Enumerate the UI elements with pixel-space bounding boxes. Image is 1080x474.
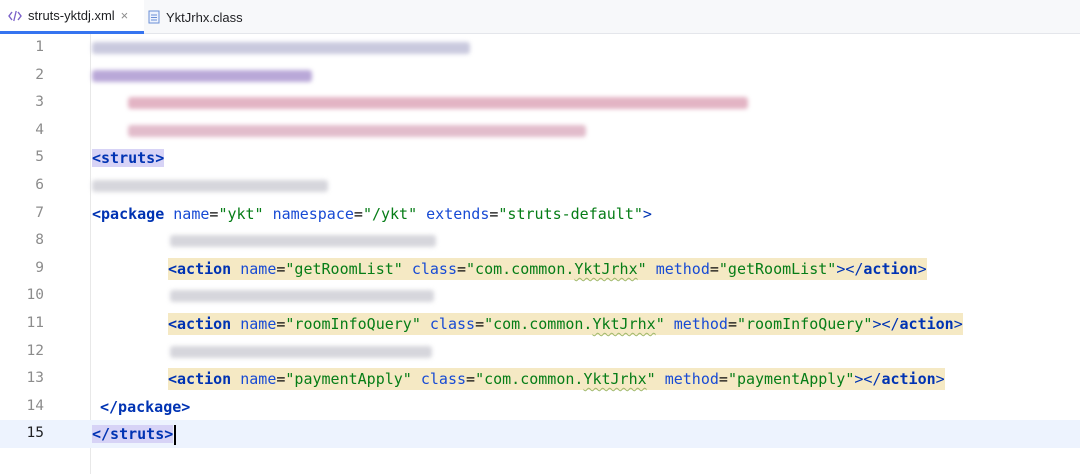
line-number: 14 — [26, 397, 44, 414]
code-line: 7 <package name="ykt" namespace="/ykt" e… — [0, 200, 1080, 228]
action-element-highlight: <action name="roomInfoQuery" class="com.… — [168, 313, 963, 335]
code-line: 12 — [0, 338, 1080, 366]
code-line: 14 </package> — [0, 393, 1080, 421]
tab-yktjrhx-class[interactable]: YktJrhx.class — [146, 0, 266, 34]
line-number: 6 — [35, 177, 44, 193]
xml-code-icon — [8, 10, 22, 22]
code-line: 3 — [0, 89, 1080, 117]
action-element-highlight: <action name="getRoomList" class="com.co… — [168, 257, 927, 280]
code-text: <action name="getRoomList" class="com.co… — [168, 257, 927, 280]
code-text: <action name="roomInfoQuery" class="com.… — [168, 313, 963, 335]
redacted-text — [170, 290, 434, 303]
action-element-highlight: <action name="paymentApply" class="com.c… — [168, 368, 945, 391]
line-number: 11 — [26, 315, 44, 331]
struts-close-tag: </struts> — [92, 425, 174, 444]
line-number: 7 — [35, 204, 44, 221]
code-line: 8 — [0, 227, 1080, 255]
code-text: <action name="paymentApply" class="com.c… — [168, 368, 945, 391]
redacted-text — [92, 180, 328, 192]
line-number: 2 — [35, 66, 44, 83]
code-line: 4 — [0, 117, 1080, 145]
tab-label: struts-yktdj.xml — [28, 8, 115, 23]
code-line: 5 <struts> — [0, 144, 1080, 172]
line-number: 10 — [26, 287, 44, 304]
code-line: 1 — [0, 34, 1080, 62]
text-caret — [174, 424, 177, 445]
editor-tab-bar: struts-yktdj.xml × YktJrhx.class — [0, 0, 1080, 34]
code-line: 11 <action name="roomInfoQuery" class="c… — [0, 310, 1080, 338]
line-number: 4 — [35, 121, 44, 138]
line-number: 5 — [35, 149, 44, 166]
tab-struts-xml[interactable]: struts-yktdj.xml × — [0, 0, 144, 34]
code-line: 2 — [0, 62, 1080, 90]
code-line-current: 15 </struts> — [0, 420, 1080, 448]
line-number: 3 — [35, 94, 44, 111]
class-file-icon — [148, 10, 160, 24]
code-line: 10 — [0, 282, 1080, 310]
code-text: <struts> — [92, 147, 165, 169]
code-text: </package> — [100, 396, 190, 418]
code-line: 6 — [0, 172, 1080, 200]
line-number: 15 — [26, 425, 44, 442]
line-number: 8 — [35, 232, 44, 249]
close-icon[interactable]: × — [121, 8, 129, 23]
redacted-text — [170, 345, 432, 358]
package-close-tag: </package> — [100, 397, 191, 416]
redacted-text — [128, 124, 586, 137]
line-number: 1 — [35, 39, 44, 55]
tab-label: YktJrhx.class — [166, 9, 243, 25]
line-number: 12 — [26, 342, 44, 359]
code-text: </struts> — [92, 423, 177, 445]
line-number: 13 — [26, 370, 44, 387]
line-number: 9 — [35, 259, 44, 276]
redacted-text — [92, 42, 470, 54]
redacted-text — [128, 97, 748, 110]
code-line: 9 <action name="getRoomList" class="com.… — [0, 255, 1080, 283]
struts-open-tag: <struts> — [92, 149, 165, 168]
redacted-text — [170, 235, 436, 248]
redacted-text — [92, 69, 312, 82]
code-line: 13 <action name="paymentApply" class="co… — [0, 365, 1080, 393]
code-text: <package name="ykt" namespace="/ykt" ext… — [92, 204, 652, 223]
